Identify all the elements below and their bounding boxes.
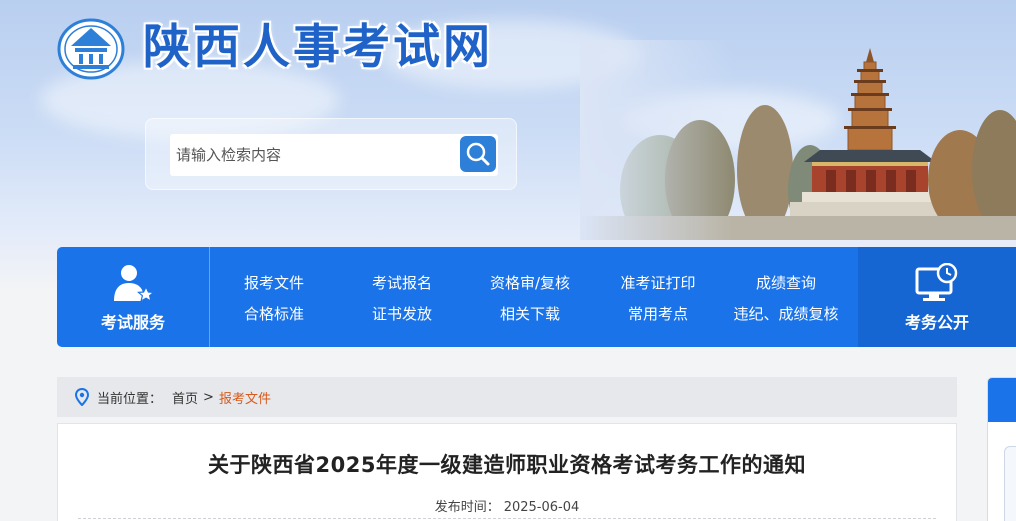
nav-link-application-docs[interactable]: 报考文件 — [210, 267, 338, 298]
breadcrumb-prefix: 当前位置： — [97, 391, 163, 407]
breadcrumb-separator: > — [203, 389, 214, 405]
nav-link-qualification-review[interactable]: 资格审/复核 — [466, 267, 594, 298]
location-pin-icon — [75, 388, 89, 406]
nav-link-admission-ticket[interactable]: 准考证打印 — [594, 267, 722, 298]
search-input[interactable] — [170, 134, 498, 176]
article-divider — [78, 518, 936, 519]
search-box — [145, 118, 517, 190]
nav-link-exam-registration[interactable]: 考试报名 — [338, 267, 466, 298]
publish-date-value: 2025-06-04 — [503, 500, 580, 515]
nav-link-exam-sites[interactable]: 常用考点 — [594, 298, 722, 329]
nav-link-violation-review[interactable]: 违纪、成绩复核 — [722, 298, 850, 329]
site-logo-icon[interactable] — [57, 18, 125, 80]
side-panel-card[interactable] — [1004, 446, 1016, 521]
pagoda-scene-image — [580, 40, 1016, 250]
nav-links-grid: 报考文件 考试报名 资格审/复核 准考证打印 成绩查询 合格标准 证书发放 相关… — [210, 247, 858, 347]
search-button[interactable] — [460, 136, 496, 172]
user-star-icon — [114, 265, 155, 303]
publish-date: 发布时间： 2025-06-04 — [58, 496, 956, 515]
nav-link-score-query[interactable]: 成绩查询 — [722, 267, 850, 298]
breadcrumb-home-link[interactable]: 首页 — [172, 388, 198, 407]
nav-link-downloads[interactable]: 相关下载 — [466, 298, 594, 329]
nav-link-certificate-issue[interactable]: 证书发放 — [338, 298, 466, 329]
breadcrumb: 当前位置： 首页 > 报考文件 — [57, 377, 957, 417]
nav-link-pass-standard[interactable]: 合格标准 — [210, 298, 338, 329]
exam-service-menu[interactable]: 考试服务 — [57, 247, 210, 347]
search-icon — [466, 142, 490, 166]
exam-service-label: 考试服务 — [100, 313, 165, 332]
site-title[interactable]: 陕西人事考试网 — [143, 18, 493, 78]
article-panel: 关于陕西省2025年度一级建造师职业资格考试考务工作的通知 发布时间： 2025-… — [57, 423, 957, 521]
publish-date-label: 发布时间： — [434, 500, 500, 515]
article-title: 关于陕西省2025年度一级建造师职业资格考试考务工作的通知 — [208, 453, 806, 477]
breadcrumb-current-link[interactable]: 报考文件 — [219, 388, 271, 407]
side-panel-header — [988, 378, 1016, 422]
side-panel — [987, 377, 1016, 521]
exam-affairs-public-label: 考务公开 — [904, 313, 969, 332]
main-nav: 考试服务 报考文件 考试报名 资格审/复核 准考证打印 成绩查询 合格标准 证书… — [57, 247, 1016, 347]
monitor-clock-icon — [915, 263, 958, 301]
exam-affairs-public-menu[interactable]: 考务公开 — [858, 247, 1016, 347]
